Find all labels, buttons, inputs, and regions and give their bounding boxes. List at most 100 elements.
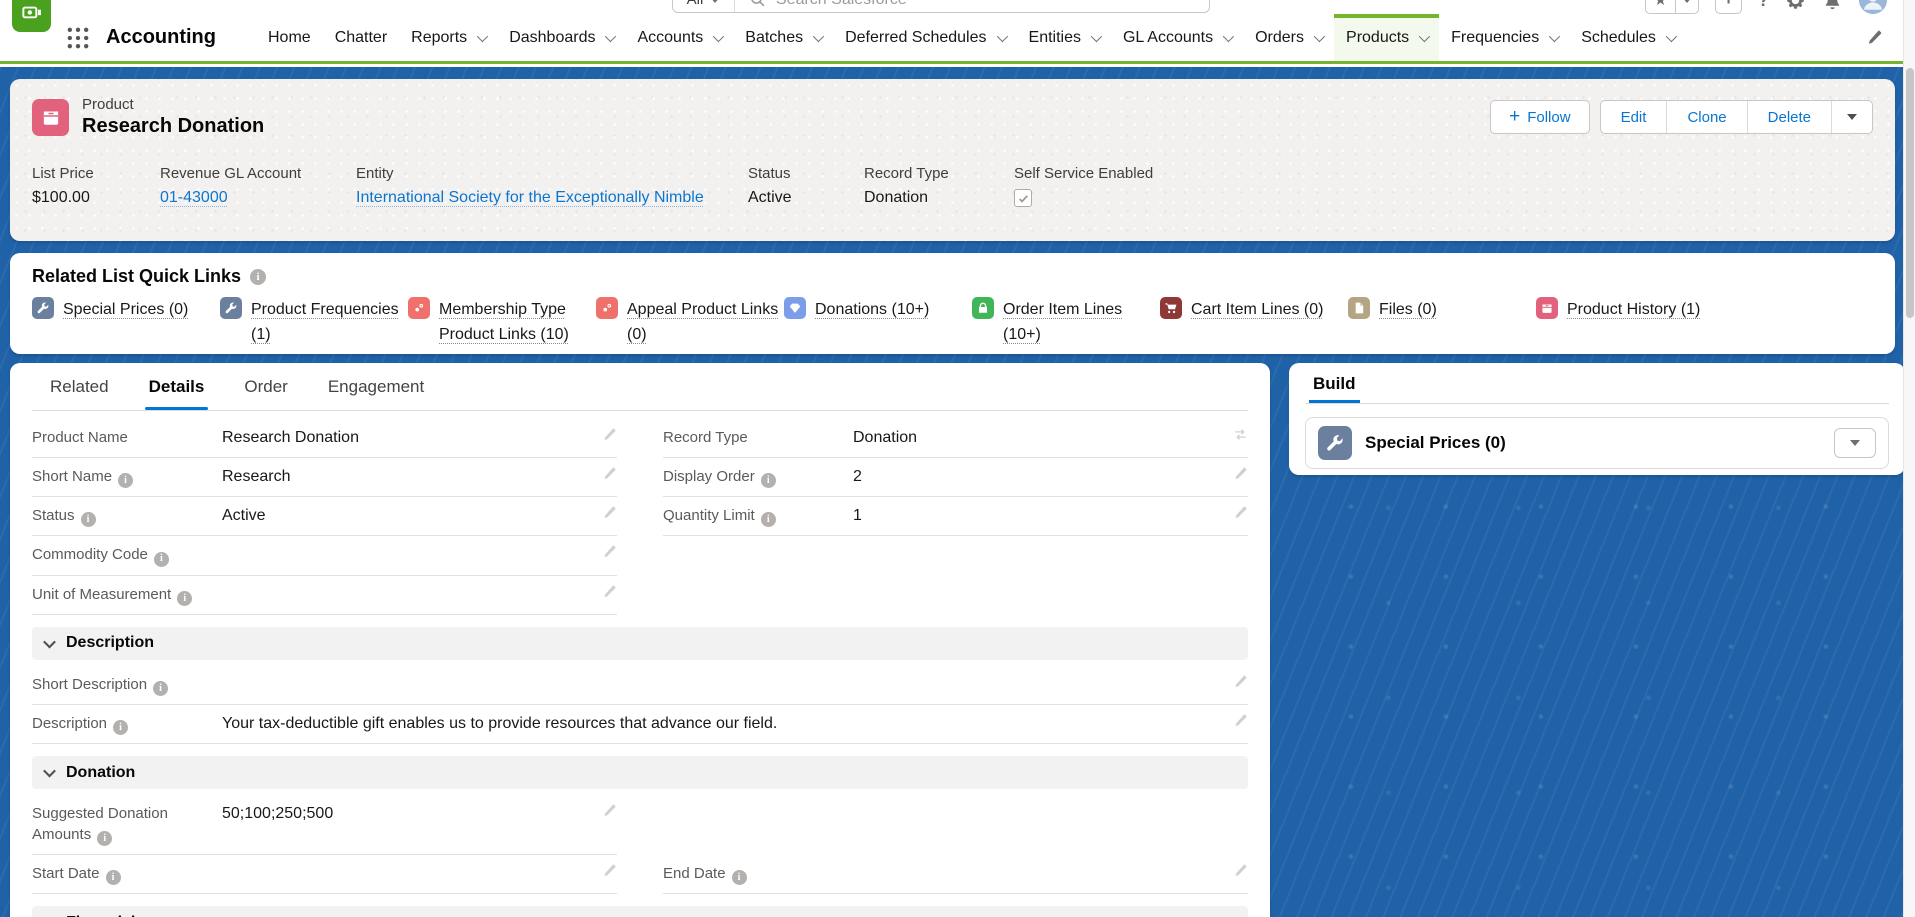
nav-tab-orders[interactable]: Orders xyxy=(1243,14,1334,61)
chevron-down-icon xyxy=(43,636,56,649)
nav-tab-gl-accounts[interactable]: GL Accounts xyxy=(1111,14,1243,61)
quicklink-product-frequencies: Product Frequencies (1) xyxy=(220,298,408,348)
edit-pencil-icon[interactable] xyxy=(602,803,617,821)
field-row-suggested-donation-amounts: Suggested Donation Amountsi 50;100;250;5… xyxy=(32,795,617,855)
search-scope-dropdown[interactable]: All xyxy=(673,0,735,12)
edit-navigation-pencil-icon[interactable] xyxy=(1866,29,1883,46)
app-name: Accounting xyxy=(106,26,216,49)
edit-pencil-icon[interactable] xyxy=(602,584,617,602)
edit-pencil-icon[interactable] xyxy=(1233,466,1248,484)
scrollbar-thumb[interactable] xyxy=(1906,68,1914,318)
info-icon[interactable]: i xyxy=(761,473,776,488)
field-row-quantity-limit: Quantity Limiti 1 xyxy=(663,497,1248,536)
info-icon[interactable]: i xyxy=(118,473,133,488)
favorites-star-icon[interactable]: ★ xyxy=(1646,0,1676,13)
edit-pencil-icon[interactable] xyxy=(602,427,617,445)
chevron-down-icon xyxy=(710,0,720,3)
edit-pencil-icon[interactable] xyxy=(1233,505,1248,523)
info-icon[interactable]: i xyxy=(250,269,266,285)
nav-tab-dashboards[interactable]: Dashboards xyxy=(497,14,625,61)
circles-icon xyxy=(596,297,618,319)
nav-tab-reports[interactable]: Reports xyxy=(399,14,497,61)
section-description[interactable]: Description xyxy=(32,627,1248,660)
related-list-collapse-button[interactable] xyxy=(1834,428,1876,458)
nav-tab-schedules[interactable]: Schedules xyxy=(1569,14,1686,61)
nav-tab-accounts[interactable]: Accounts xyxy=(625,14,733,61)
related-list-quick-links-panel: Related List Quick Links i Special Price… xyxy=(10,253,1895,354)
setup-gear-icon[interactable] xyxy=(1785,0,1806,11)
nav-tab-frequencies[interactable]: Frequencies xyxy=(1439,14,1569,61)
lock-icon xyxy=(972,297,994,319)
edit-pencil-icon[interactable] xyxy=(602,544,617,562)
header-field-self-service-enabled: Self Service Enabled xyxy=(1014,165,1183,210)
chevron-down-icon xyxy=(813,30,824,41)
revenue-gl-account-link[interactable]: 01-43000 xyxy=(160,189,228,206)
edit-pencil-icon[interactable] xyxy=(1233,674,1248,692)
clone-button[interactable]: Clone xyxy=(1667,101,1747,133)
header-field-list-price: List Price $100.00 xyxy=(32,165,160,210)
chevron-down-icon xyxy=(605,30,616,41)
info-icon[interactable]: i xyxy=(761,512,776,527)
info-icon[interactable]: i xyxy=(153,681,168,696)
notification-bell-icon[interactable] xyxy=(1822,0,1843,11)
record-action-group: Edit Clone Delete xyxy=(1600,100,1873,134)
product-object-icon xyxy=(32,99,69,136)
quick-links-title: Related List Quick Links xyxy=(32,266,241,287)
quicklink-order-item-lines: Order Item Lines (10+) xyxy=(972,298,1160,348)
tab-build[interactable]: Build xyxy=(1313,374,1356,403)
quicklink-special-prices: Special Prices (0) xyxy=(32,298,220,348)
edit-pencil-icon[interactable] xyxy=(602,466,617,484)
edit-pencil-icon[interactable] xyxy=(602,863,617,881)
chevron-down-icon xyxy=(1091,30,1102,41)
nav-tab-entities[interactable]: Entities xyxy=(1017,14,1111,61)
entity-link[interactable]: International Society for the Exceptiona… xyxy=(356,189,704,206)
nav-tab-deferred-schedules[interactable]: Deferred Schedules xyxy=(833,14,1016,61)
info-icon[interactable]: i xyxy=(154,552,169,567)
global-search[interactable]: All Search Salesforce xyxy=(672,0,1210,13)
app-navigation-bar: Accounting Home Chatter Reports Dashboar… xyxy=(0,14,1915,64)
tab-related[interactable]: Related xyxy=(50,363,109,410)
edit-pencil-icon[interactable] xyxy=(1233,863,1248,881)
info-icon[interactable]: i xyxy=(113,720,128,735)
nav-tab-batches[interactable]: Batches xyxy=(733,14,833,61)
delete-button[interactable]: Delete xyxy=(1748,101,1832,133)
edit-pencil-icon[interactable] xyxy=(1233,713,1248,731)
field-row-record-type: Record Type Donation xyxy=(663,419,1248,458)
nav-tab-home[interactable]: Home xyxy=(256,14,323,61)
file-icon xyxy=(1348,297,1370,319)
field-row-unit-of-measurement: Unit of Measurementi xyxy=(32,576,617,615)
app-notification-icon[interactable] xyxy=(12,0,51,32)
info-icon[interactable]: i xyxy=(106,870,121,885)
wrench-icon xyxy=(220,297,242,319)
help-icon[interactable]: ? xyxy=(1758,0,1769,11)
user-avatar[interactable] xyxy=(1859,0,1887,14)
field-row-short-name: Short Namei Research xyxy=(32,458,617,497)
edit-button[interactable]: Edit xyxy=(1601,101,1668,133)
more-actions-button[interactable] xyxy=(1832,101,1872,133)
change-record-type-icon[interactable] xyxy=(1233,427,1248,445)
app-launcher-waffle-icon[interactable] xyxy=(66,26,90,50)
section-donation[interactable]: Donation xyxy=(32,756,1248,789)
field-row-short-description: Short Descriptioni xyxy=(32,666,1248,705)
tab-details[interactable]: Details xyxy=(149,363,205,410)
info-icon[interactable]: i xyxy=(177,591,192,606)
tab-engagement[interactable]: Engagement xyxy=(328,363,424,410)
info-icon[interactable]: i xyxy=(732,870,747,885)
quicklink-membership-type-product-links: Membership Type Product Links (10) xyxy=(408,298,596,348)
wrench-icon xyxy=(1318,426,1352,460)
field-row-status: Statusi Active xyxy=(32,497,617,536)
nav-tab-products[interactable]: Products xyxy=(1334,14,1439,61)
section-financial[interactable]: Financial xyxy=(32,906,1248,917)
favorites-list-icon[interactable] xyxy=(1676,0,1698,13)
tab-order[interactable]: Order xyxy=(244,363,287,410)
edit-pencil-icon[interactable] xyxy=(602,505,617,523)
info-icon[interactable]: i xyxy=(97,831,112,846)
follow-button[interactable]: +Follow xyxy=(1490,100,1589,134)
vertical-scrollbar[interactable] xyxy=(1903,0,1915,917)
favorites-control: ★ xyxy=(1645,0,1699,14)
info-icon[interactable]: i xyxy=(81,512,96,527)
nav-tab-chatter[interactable]: Chatter xyxy=(323,14,399,61)
global-actions-icon[interactable]: + xyxy=(1715,0,1742,14)
header-field-record-type: Record Type Donation xyxy=(864,165,1014,210)
chevron-down-icon xyxy=(477,30,488,41)
